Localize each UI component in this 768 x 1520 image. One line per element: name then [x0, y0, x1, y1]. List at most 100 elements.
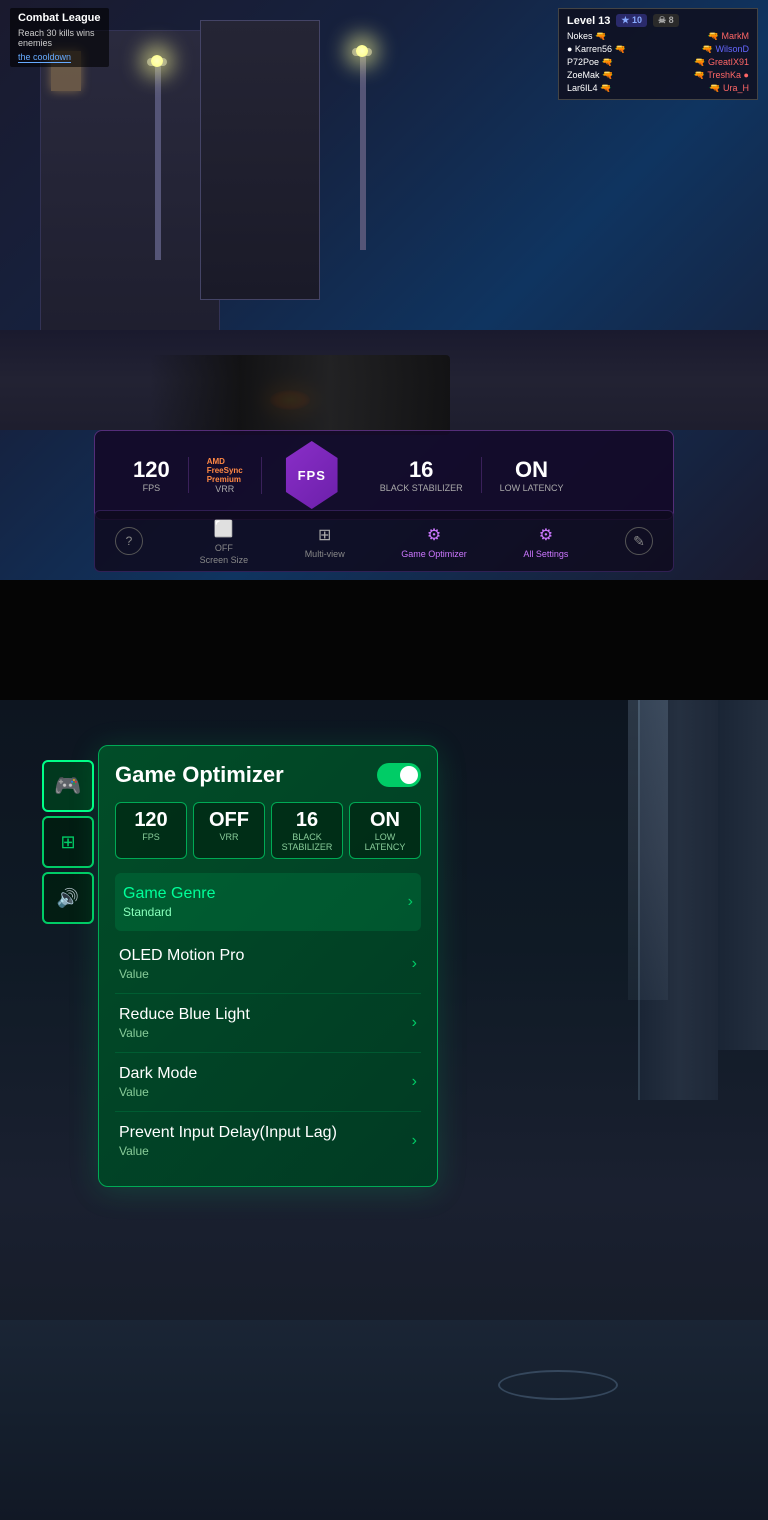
menu-item-oled-motion[interactable]: OLED Motion Pro Value › [115, 935, 421, 994]
opt-fps-box: 120 FPS [115, 802, 187, 859]
hud-left-info: Combat League Reach 30 kills wins enemie… [10, 8, 109, 67]
game-nav-bar: ? ⬜ OFF Screen Size ⊞ Multi-view ⚙ Game … [94, 510, 674, 572]
screen-size-value: OFF [215, 543, 233, 553]
weapon-silhouette [150, 355, 450, 435]
cooldown-label: the cooldown [18, 52, 71, 63]
optimizer-stats-bar: 120 FPS OFF VRR 16 Black Stabilizer ON L… [115, 802, 421, 859]
player-row: Lar6IL4 🔫 🔫 Ura_H [567, 83, 749, 94]
grid-icon: ⊞ [60, 832, 75, 853]
fps-stat: 120 FPS [115, 457, 189, 493]
menu-item-game-genre[interactable]: Game Genre Standard › [115, 873, 421, 931]
fps-hex-shape: FPS [282, 441, 342, 509]
game-optimizer-icon: ⚙ [422, 523, 446, 547]
fps-center-hex: FPS [262, 441, 362, 509]
all-settings-label: All Settings [523, 549, 568, 559]
game-genre-chevron: › [408, 893, 413, 911]
enemy-label: enemies [18, 38, 101, 48]
hud-top: Combat League Reach 30 kills wins enemie… [0, 8, 768, 100]
freesync-logo: AMDFreeSyncPremium [207, 457, 243, 484]
multi-view-label: Multi-view [305, 549, 345, 559]
game-genre-title: Game Genre [123, 885, 215, 903]
stone-pillar-right [718, 700, 768, 1050]
black-stab-value: 16 [409, 457, 433, 483]
optimizer-menu: Game Genre Standard › OLED Motion Pro Va… [115, 873, 421, 1170]
oled-motion-chevron: › [412, 955, 417, 973]
reduce-blue-title: Reduce Blue Light [119, 1006, 250, 1024]
level-label: Level 13 [567, 15, 610, 27]
game-genre-value: Standard [123, 905, 215, 919]
menu-item-dark-mode[interactable]: Dark Mode Value › [115, 1053, 421, 1112]
sidebar-grid-button[interactable]: ⊞ [42, 816, 94, 868]
game-optimizer-nav[interactable]: ⚙ Game Optimizer [401, 523, 467, 559]
optimizer-title: Game Optimizer [115, 762, 284, 788]
opt-vrr-label: VRR [202, 832, 256, 842]
sidebar-volume-button[interactable]: 🔊 [42, 872, 94, 924]
bottom-game-section: 🎮 ⊞ 🔊 Game Optimizer 120 FPS OFF VRR 16 [0, 700, 768, 1520]
kill-info: Reach 30 kills wins [18, 28, 101, 38]
circular-element [498, 1370, 618, 1400]
optimizer-toggle[interactable] [377, 763, 421, 787]
multi-view-icon: ⊞ [313, 523, 337, 547]
opt-vrr-box: OFF VRR [193, 802, 265, 859]
player-list: Nokes 🔫 🔫 MarkM ● Karren56 🔫 🔫 WilsonD P… [567, 31, 749, 94]
multi-view-nav[interactable]: ⊞ Multi-view [305, 523, 345, 559]
player-row: Nokes 🔫 🔫 MarkM [567, 31, 749, 42]
ground-bottom [0, 1320, 768, 1520]
volume-icon: 🔊 [57, 888, 79, 909]
oled-motion-value: Value [119, 967, 244, 981]
vrr-stat: AMDFreeSyncPremium VRR [189, 457, 262, 494]
top-game-section: Combat League Reach 30 kills wins enemie… [0, 0, 768, 580]
player-row: ZoeMak 🔫 🔫 TreshKa ● [567, 70, 749, 81]
screen-size-nav[interactable]: ⬜ OFF Screen Size [200, 517, 249, 565]
black-stab-label: Black Stabilizer [380, 483, 463, 493]
edit-button[interactable]: ✎ [625, 527, 653, 555]
fps-value: 120 [133, 457, 170, 483]
help-button[interactable]: ? [115, 527, 143, 555]
latency-label: Low Latency [500, 483, 564, 493]
latency-value: ON [515, 457, 548, 483]
fps-center-label: FPS [298, 468, 326, 483]
optimizer-panel: Game Optimizer 120 FPS OFF VRR 16 Black … [98, 745, 438, 1187]
opt-latency-value: ON [358, 809, 412, 832]
prevent-input-title: Prevent Input Delay(Input Lag) [119, 1124, 337, 1142]
opt-vrr-value: OFF [202, 809, 256, 832]
all-settings-icon: ⚙ [534, 523, 558, 547]
screen-size-label: Screen Size [200, 555, 249, 565]
gamepad-icon: 🎮 [54, 773, 81, 799]
divider [0, 580, 768, 700]
hud-level-row: Level 13 ★ 10 ☠ 8 [567, 14, 749, 27]
game-optimizer-label: Game Optimizer [401, 549, 467, 559]
dark-mode-chevron: › [412, 1073, 417, 1091]
dark-mode-value: Value [119, 1085, 197, 1099]
opt-black-box: 16 Black Stabilizer [271, 802, 343, 859]
opt-fps-label: FPS [124, 832, 178, 842]
opt-black-value: 16 [280, 809, 334, 832]
opt-latency-label: Low Latency [358, 832, 412, 852]
star-badge: ★ 10 [616, 14, 647, 27]
latency-stat: ON Low Latency [482, 457, 582, 493]
vrr-label: VRR [215, 484, 234, 494]
prevent-input-value: Value [119, 1144, 337, 1158]
reduce-blue-value: Value [119, 1026, 250, 1040]
optimizer-header: Game Optimizer [115, 762, 421, 788]
opt-latency-box: ON Low Latency [349, 802, 421, 859]
game-overlay-bar: 120 FPS AMDFreeSyncPremium VRR FPS 16 Bl… [94, 430, 674, 520]
player-row: P72Poe 🔫 🔫 GreatIX91 [567, 57, 749, 68]
sidebar: 🎮 ⊞ 🔊 [42, 760, 94, 924]
skull-badge: ☠ 8 [653, 14, 679, 27]
oled-motion-title: OLED Motion Pro [119, 947, 244, 965]
fps-label: FPS [143, 483, 161, 493]
menu-item-prevent-input[interactable]: Prevent Input Delay(Input Lag) Value › [115, 1112, 421, 1170]
reduce-blue-chevron: › [412, 1014, 417, 1032]
menu-item-reduce-blue[interactable]: Reduce Blue Light Value › [115, 994, 421, 1053]
opt-black-label: Black Stabilizer [280, 832, 334, 852]
sidebar-gamepad-button[interactable]: 🎮 [42, 760, 94, 812]
player-row: ● Karren56 🔫 🔫 WilsonD [567, 44, 749, 55]
waterfall-effect [628, 700, 668, 1000]
screen-size-icon: ⬜ [212, 517, 236, 541]
dark-mode-title: Dark Mode [119, 1065, 197, 1083]
all-settings-nav[interactable]: ⚙ All Settings [523, 523, 568, 559]
game-mode-label: Combat League [18, 12, 101, 24]
hud-right-panel: Level 13 ★ 10 ☠ 8 Nokes 🔫 🔫 MarkM ● Karr… [558, 8, 758, 100]
opt-fps-value: 120 [124, 809, 178, 832]
